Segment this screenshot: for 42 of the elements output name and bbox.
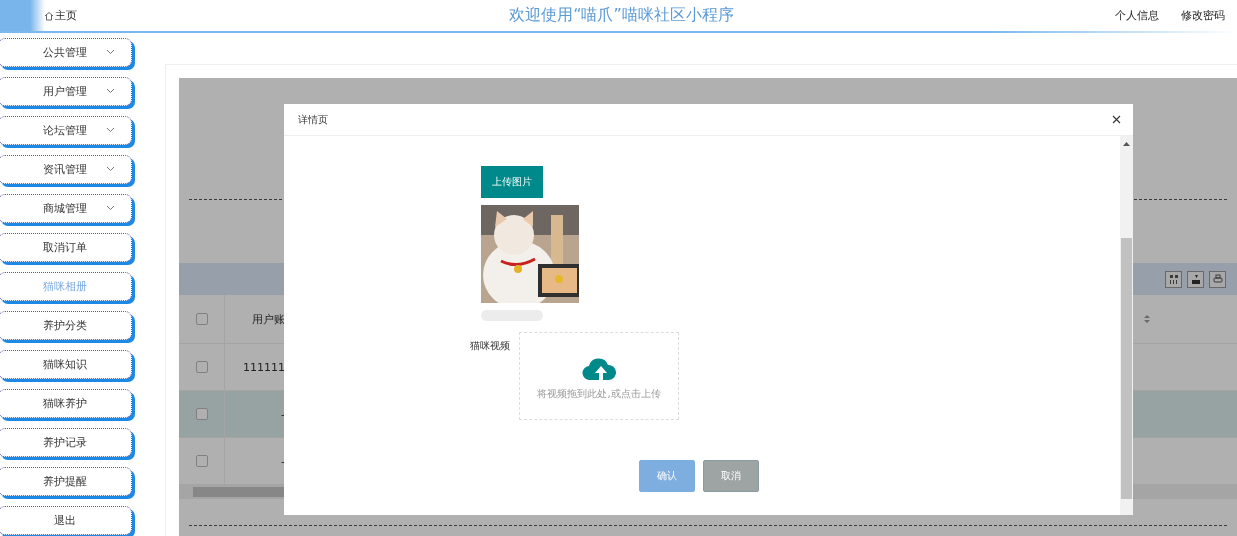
column-header: 用户账 xyxy=(252,311,285,327)
header-link[interactable]: 个人信息 xyxy=(1115,8,1159,23)
checkbox[interactable] xyxy=(195,408,208,420)
app-title: 欢迎使用“喵爪”喵咪社区小程序 xyxy=(508,5,735,26)
sidebar-item[interactable]: 论坛管理 xyxy=(0,116,132,145)
scroll-up-icon[interactable] xyxy=(1123,142,1130,146)
sidebar-item[interactable]: 退出 xyxy=(0,506,132,535)
printer-icon[interactable] xyxy=(1209,270,1226,288)
sidebar-item[interactable]: 商城管理 xyxy=(0,194,132,223)
checkbox[interactable] xyxy=(195,455,208,467)
export-icon[interactable] xyxy=(1187,270,1204,288)
table-cell: - xyxy=(281,454,285,468)
vertical-scrollbar[interactable] xyxy=(1120,136,1133,515)
checkbox[interactable] xyxy=(195,313,208,325)
chevron-down-icon xyxy=(106,49,115,55)
sidebar-item[interactable]: 养护分类 xyxy=(0,311,132,340)
sidebar-item[interactable]: 猫咪知识 xyxy=(0,350,132,379)
checkbox[interactable] xyxy=(195,361,208,373)
cloud-upload-icon xyxy=(582,357,616,381)
sort-icon[interactable] xyxy=(1143,314,1151,324)
sidebar-item[interactable]: 养护提醒 xyxy=(0,467,132,496)
table-cell: 111111 xyxy=(243,360,285,374)
dropzone-hint: 将视频拖到此处,或点击上传 xyxy=(537,387,661,401)
dialog-title: 详情页 xyxy=(298,112,328,127)
chevron-down-icon xyxy=(106,88,115,94)
sidebar-item[interactable]: 公共管理 xyxy=(0,38,132,67)
home-icon xyxy=(44,10,54,21)
sidebar-item[interactable]: 取消订单 xyxy=(0,233,132,262)
table-cell: - xyxy=(281,407,285,421)
chevron-down-icon xyxy=(106,127,115,133)
field-label: 猫咪视频 xyxy=(469,339,510,353)
sidebar-item[interactable]: 资讯管理 xyxy=(0,155,132,184)
chevron-down-icon xyxy=(106,166,115,172)
columns-icon[interactable] xyxy=(1165,270,1182,288)
chevron-down-icon xyxy=(106,205,115,211)
close-icon[interactable] xyxy=(1112,115,1121,124)
home-link[interactable]: 主页 xyxy=(44,8,77,23)
sidebar-item[interactable]: 用户管理 xyxy=(0,77,132,106)
upload-image-button[interactable]: 上传图片 xyxy=(481,166,543,198)
sidebar-item[interactable]: 养护记录 xyxy=(0,428,132,457)
sidebar-item[interactable]: 猫咪养护 xyxy=(0,389,132,418)
header-link[interactable]: 修改密码 xyxy=(1181,8,1225,23)
